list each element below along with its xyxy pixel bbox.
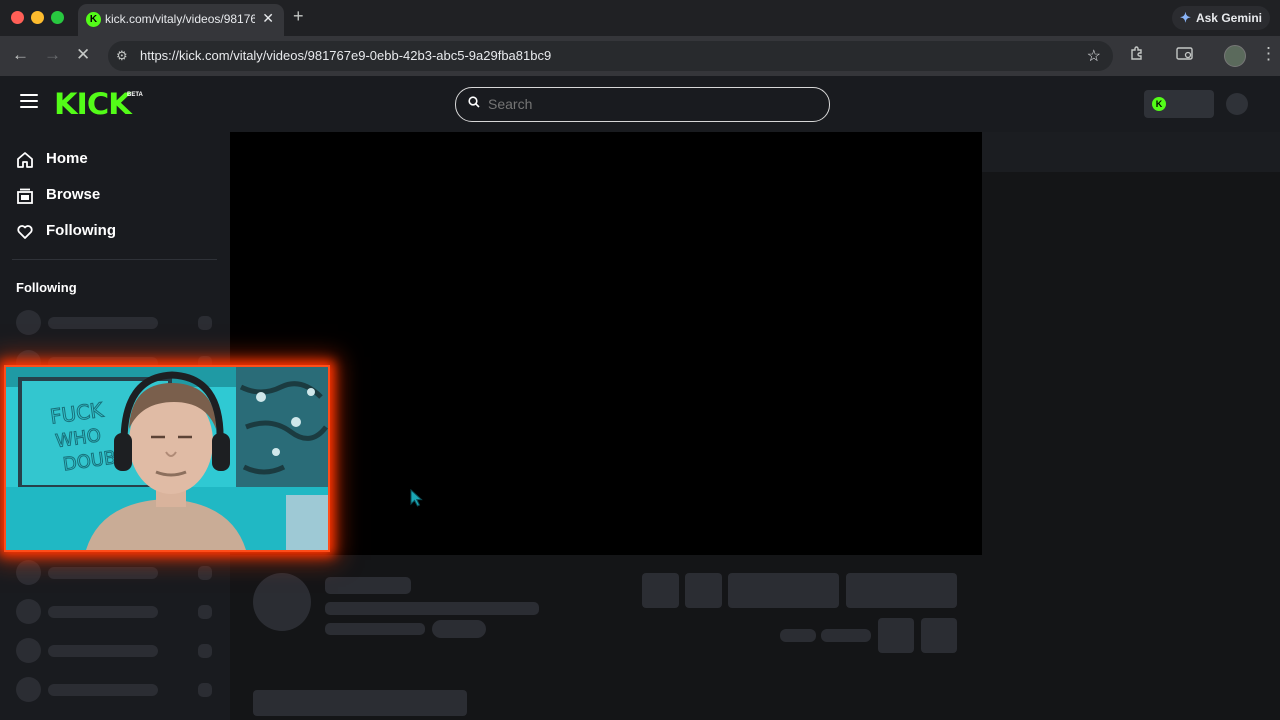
kick-action-button[interactable]: K	[1144, 90, 1214, 118]
sidebar-item-label: Following	[46, 222, 116, 239]
webcam-overlay: FUCK WHO DOUBT	[4, 365, 330, 552]
tabs-skeleton	[253, 690, 467, 716]
video-title-skeleton	[325, 602, 539, 615]
channel-name-skeleton	[325, 577, 411, 594]
tab-title: kick.com/vitaly/videos/98176	[105, 12, 255, 26]
tab-search-icon[interactable]	[1176, 46, 1194, 66]
more-button-skeleton	[921, 618, 957, 653]
following-skeleton-row	[16, 560, 216, 586]
back-arrow-icon[interactable]: ←	[12, 45, 29, 65]
hamburger-menu-icon[interactable]	[20, 90, 38, 108]
ask-gemini-label: Ask Gemini	[1195, 11, 1262, 25]
following-skeleton-row	[16, 310, 216, 336]
search-input[interactable]	[486, 95, 810, 113]
browse-icon	[17, 188, 33, 204]
tab-close-icon[interactable]: ✕	[262, 10, 274, 27]
browser-tab-bar: K kick.com/vitaly/videos/98176 ✕ + ✦ Ask…	[0, 0, 1280, 36]
chat-header-skeleton	[982, 132, 1280, 172]
kick-logo[interactable]: KICK	[54, 87, 132, 121]
heart-icon	[17, 225, 33, 239]
url-text[interactable]: https://kick.com/vitaly/videos/981767e9-…	[140, 48, 551, 63]
kick-favicon-icon: K	[86, 12, 101, 27]
bookmark-star-icon[interactable]: ☆	[1087, 46, 1101, 66]
new-tab-icon[interactable]: +	[293, 6, 304, 27]
beta-badge: BETA	[127, 92, 143, 98]
profile-avatar-icon[interactable]	[1224, 45, 1246, 67]
search-box[interactable]	[455, 87, 830, 122]
site-info-icon[interactable]: ⚙	[116, 48, 128, 64]
stop-loading-icon[interactable]: ✕	[76, 45, 90, 65]
stat-skeleton	[821, 629, 871, 642]
subscribe-button-skeleton	[846, 573, 957, 608]
following-skeleton-row	[16, 599, 216, 625]
following-skeleton-row	[16, 638, 216, 664]
user-avatar[interactable]	[1226, 93, 1248, 115]
share-button-skeleton	[878, 618, 914, 653]
forward-arrow-icon[interactable]: →	[44, 45, 61, 65]
stat-skeleton	[780, 629, 816, 642]
sidebar-divider	[12, 259, 217, 260]
more-menu-icon[interactable]: ⋮	[1260, 44, 1277, 64]
meta-skeleton	[325, 623, 425, 635]
site-header: KICK BETA K	[0, 76, 1280, 132]
browser-tab[interactable]: K kick.com/vitaly/videos/98176 ✕	[78, 4, 284, 36]
search-icon	[468, 96, 480, 108]
tag-skeleton	[432, 620, 486, 638]
following-section-title: Following	[16, 280, 77, 295]
channel-avatar-skeleton	[253, 573, 311, 631]
extensions-icon[interactable]	[1129, 46, 1145, 66]
home-icon	[17, 152, 33, 168]
browser-toolbar: ← → ✕ ⚙ https://kick.com/vitaly/videos/9…	[0, 36, 1280, 76]
window-maximize-button[interactable]	[51, 11, 64, 24]
follow-button-skeleton	[728, 573, 839, 608]
action-button-skeleton	[642, 573, 679, 608]
chat-panel	[982, 132, 1280, 720]
mouse-cursor-icon	[410, 489, 423, 507]
webcam-video-feed: FUCK WHO DOUBT	[6, 367, 328, 550]
window-close-button[interactable]	[11, 11, 24, 24]
gemini-sparkle-icon: ✦	[1179, 10, 1191, 25]
window-minimize-button[interactable]	[31, 11, 44, 24]
sidebar-item-label: Browse	[46, 186, 101, 203]
following-skeleton-row	[16, 677, 216, 703]
kick-k-icon: K	[1152, 97, 1166, 111]
sidebar-item-label: Home	[46, 150, 88, 167]
address-bar[interactable]: ⚙ https://kick.com/vitaly/videos/981767e…	[108, 41, 1113, 71]
video-player[interactable]	[230, 132, 982, 555]
action-button-skeleton	[685, 573, 722, 608]
ask-gemini-button[interactable]: ✦ Ask Gemini	[1171, 6, 1270, 30]
